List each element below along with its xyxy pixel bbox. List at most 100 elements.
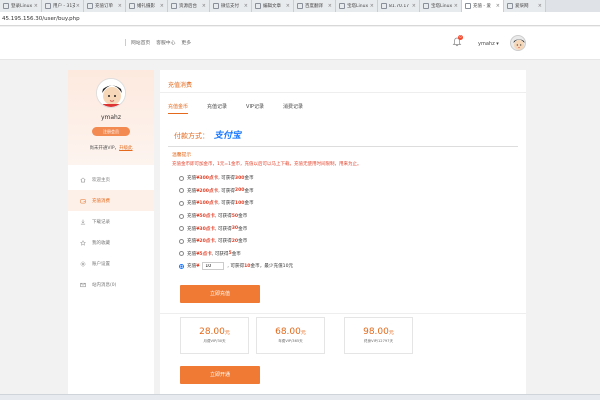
option-price: ¥200点卡	[196, 188, 219, 194]
recharge-option[interactable]: 充值 ¥50点卡, 可获得 50 金币	[179, 210, 293, 223]
member-badge[interactable]: 注册会员	[92, 127, 130, 136]
close-icon[interactable]: ×	[454, 3, 458, 9]
option-prefix: 充值	[187, 201, 197, 207]
sub-tab[interactable]: 充值记录	[207, 103, 227, 114]
plan-price-value: 68.00	[275, 327, 301, 337]
close-icon[interactable]: ×	[538, 3, 542, 9]
browser-tab[interactable]: 81.70.17 ×	[378, 0, 420, 12]
browser-tab[interactable]: 用户 - 31支 ×	[42, 0, 84, 12]
sub-tab[interactable]: 消费记录	[283, 103, 303, 114]
recharge-option[interactable]: 充值 ¥100点卡, 可获得 100 金币	[179, 197, 293, 210]
vip-status: 尚未开通VIP，升级此	[68, 145, 154, 151]
sidebar-item-label: 充值消费	[92, 198, 110, 204]
alipay-logo[interactable]: 支付宝	[214, 128, 241, 141]
nav-service-link[interactable]: 客服中心	[156, 39, 175, 46]
radio-button[interactable]	[179, 238, 184, 244]
option-mid: , 可获得	[211, 251, 229, 257]
option-suffix: 金币	[231, 251, 241, 257]
avatar[interactable]	[96, 78, 126, 108]
browser-tab[interactable]: 登录Linux ×	[0, 0, 42, 12]
sidebar-item[interactable]: 我的收藏	[68, 232, 154, 253]
close-icon[interactable]: ×	[118, 3, 122, 9]
close-icon[interactable]: ×	[244, 3, 248, 9]
close-icon[interactable]: ×	[34, 3, 38, 9]
option-price: ¥50点卡	[196, 214, 215, 220]
browser-tab[interactable]: 资源后台 ×	[168, 0, 210, 12]
divider	[168, 146, 518, 147]
sub-tab[interactable]: VIP记录	[246, 103, 264, 114]
radio-button[interactable]	[179, 200, 184, 206]
recharge-option[interactable]: 充值 ¥300点卡, 可获得 300 金币	[179, 172, 293, 185]
amount-input[interactable]	[202, 262, 225, 271]
browser-tab[interactable]: 充值 - 爱 ×	[462, 0, 504, 12]
option-coins: 300	[234, 175, 245, 181]
sidebar-item[interactable]: 充值消费	[68, 190, 154, 211]
option-suffix: 金币	[244, 188, 254, 194]
sidebar-item[interactable]: 欢迎主页	[68, 169, 154, 190]
avatar[interactable]	[510, 35, 526, 51]
sidebar-item[interactable]: 站内消息(0)	[68, 274, 154, 295]
wallet-icon	[80, 198, 86, 203]
sub-tab[interactable]: 充值金币	[168, 103, 189, 114]
close-icon[interactable]: ×	[202, 3, 206, 9]
message-icon	[80, 282, 86, 287]
sidebar-item[interactable]: 账户设置	[68, 253, 154, 274]
recharge-option[interactable]: 充值 ¥30点卡, 可获得 30 金币	[179, 222, 293, 235]
browser-tab[interactable]: 微信支付 ×	[210, 0, 252, 12]
nav-home-link[interactable]: 网站首页	[131, 39, 150, 46]
close-icon[interactable]: ×	[286, 3, 290, 9]
close-icon[interactable]: ×	[496, 3, 500, 9]
radio-button[interactable]	[179, 226, 184, 232]
radio-button[interactable]	[179, 175, 184, 181]
sidebar-item[interactable]: 下载记录	[68, 211, 154, 232]
browser-tab[interactable]: 宝塔Linux ×	[336, 0, 378, 12]
browser-tab[interactable]: 婚礼摄影 ×	[126, 0, 168, 12]
radio-button[interactable]	[179, 188, 184, 194]
option-mid: , 可获得	[227, 264, 245, 270]
browser-tab[interactable]: 百度翻译 ×	[294, 0, 336, 12]
close-icon[interactable]: ×	[370, 3, 374, 9]
radio-button[interactable]	[179, 251, 184, 257]
open-vip-button[interactable]: 立即开通	[180, 366, 260, 384]
browser-tab-label: 登录Linux	[11, 4, 33, 9]
browser-tab[interactable]: 编辑文章 ×	[252, 0, 294, 12]
browser-tab[interactable]: 宝塔Linux ×	[420, 0, 462, 12]
browser-tab[interactable]: 爱柒网 ×	[504, 0, 546, 12]
close-icon[interactable]: ×	[412, 3, 416, 9]
vip-plan-lifetime[interactable]: 98.00元 终身VIP/12797天	[344, 317, 413, 354]
upgrade-link[interactable]: 升级此	[119, 146, 133, 151]
browser-tab-label: 充值订单	[95, 4, 113, 9]
option-prefix: 充值	[187, 239, 197, 245]
recharge-option-custom[interactable]: 充值 ¥ , 可获得 10 金币，最少充值10元	[179, 260, 293, 273]
radio-button[interactable]	[179, 213, 184, 219]
recharge-option[interactable]: 充值 ¥200点卡, 可获得 200 金币	[179, 185, 293, 198]
vip-plan-yearly[interactable]: 68.00元 年费VIP/365天	[256, 317, 325, 354]
plan-price-unit: 元	[300, 330, 306, 336]
browser-tab-label: 宝塔Linux	[431, 4, 453, 9]
favicon-icon	[255, 3, 261, 9]
plan-price: 68.00元	[257, 327, 324, 337]
option-suffix: 金币	[238, 226, 248, 232]
avatar-face-icon	[513, 39, 525, 50]
favicon-icon	[129, 3, 135, 9]
favicon-icon	[3, 3, 9, 9]
recharge-option[interactable]: 充值 ¥20点卡, 可获得 20 金币	[179, 235, 293, 248]
nav-more-link[interactable]: 更多	[181, 39, 191, 46]
gear-icon	[80, 261, 86, 266]
radio-button[interactable]	[179, 263, 184, 269]
option-mid: , 可获得	[214, 239, 232, 245]
vip-plan-monthly[interactable]: 28.00元 月费VIP/30天	[180, 317, 249, 354]
favicon-icon	[339, 3, 345, 9]
option-suffix: 金币，最少充值10元	[250, 264, 294, 270]
address-url[interactable]: 45.195.156.30/user/buy.php	[2, 16, 80, 22]
close-icon[interactable]: ×	[160, 3, 164, 9]
recharge-button[interactable]: 立即充值	[180, 285, 260, 303]
close-icon[interactable]: ×	[76, 3, 80, 9]
sidebar-username: ymahz	[100, 114, 122, 121]
header-user-menu[interactable]: ymahz ▾	[478, 41, 499, 47]
recharge-option[interactable]: 充值 ¥5点卡, 可获得 5 金币	[179, 248, 293, 261]
address-bar[interactable]: 45.195.156.30/user/buy.php	[0, 12, 600, 26]
close-icon[interactable]: ×	[328, 3, 332, 9]
browser-tab[interactable]: 充值订单 ×	[84, 0, 126, 12]
option-price: ¥300点卡	[196, 176, 219, 182]
